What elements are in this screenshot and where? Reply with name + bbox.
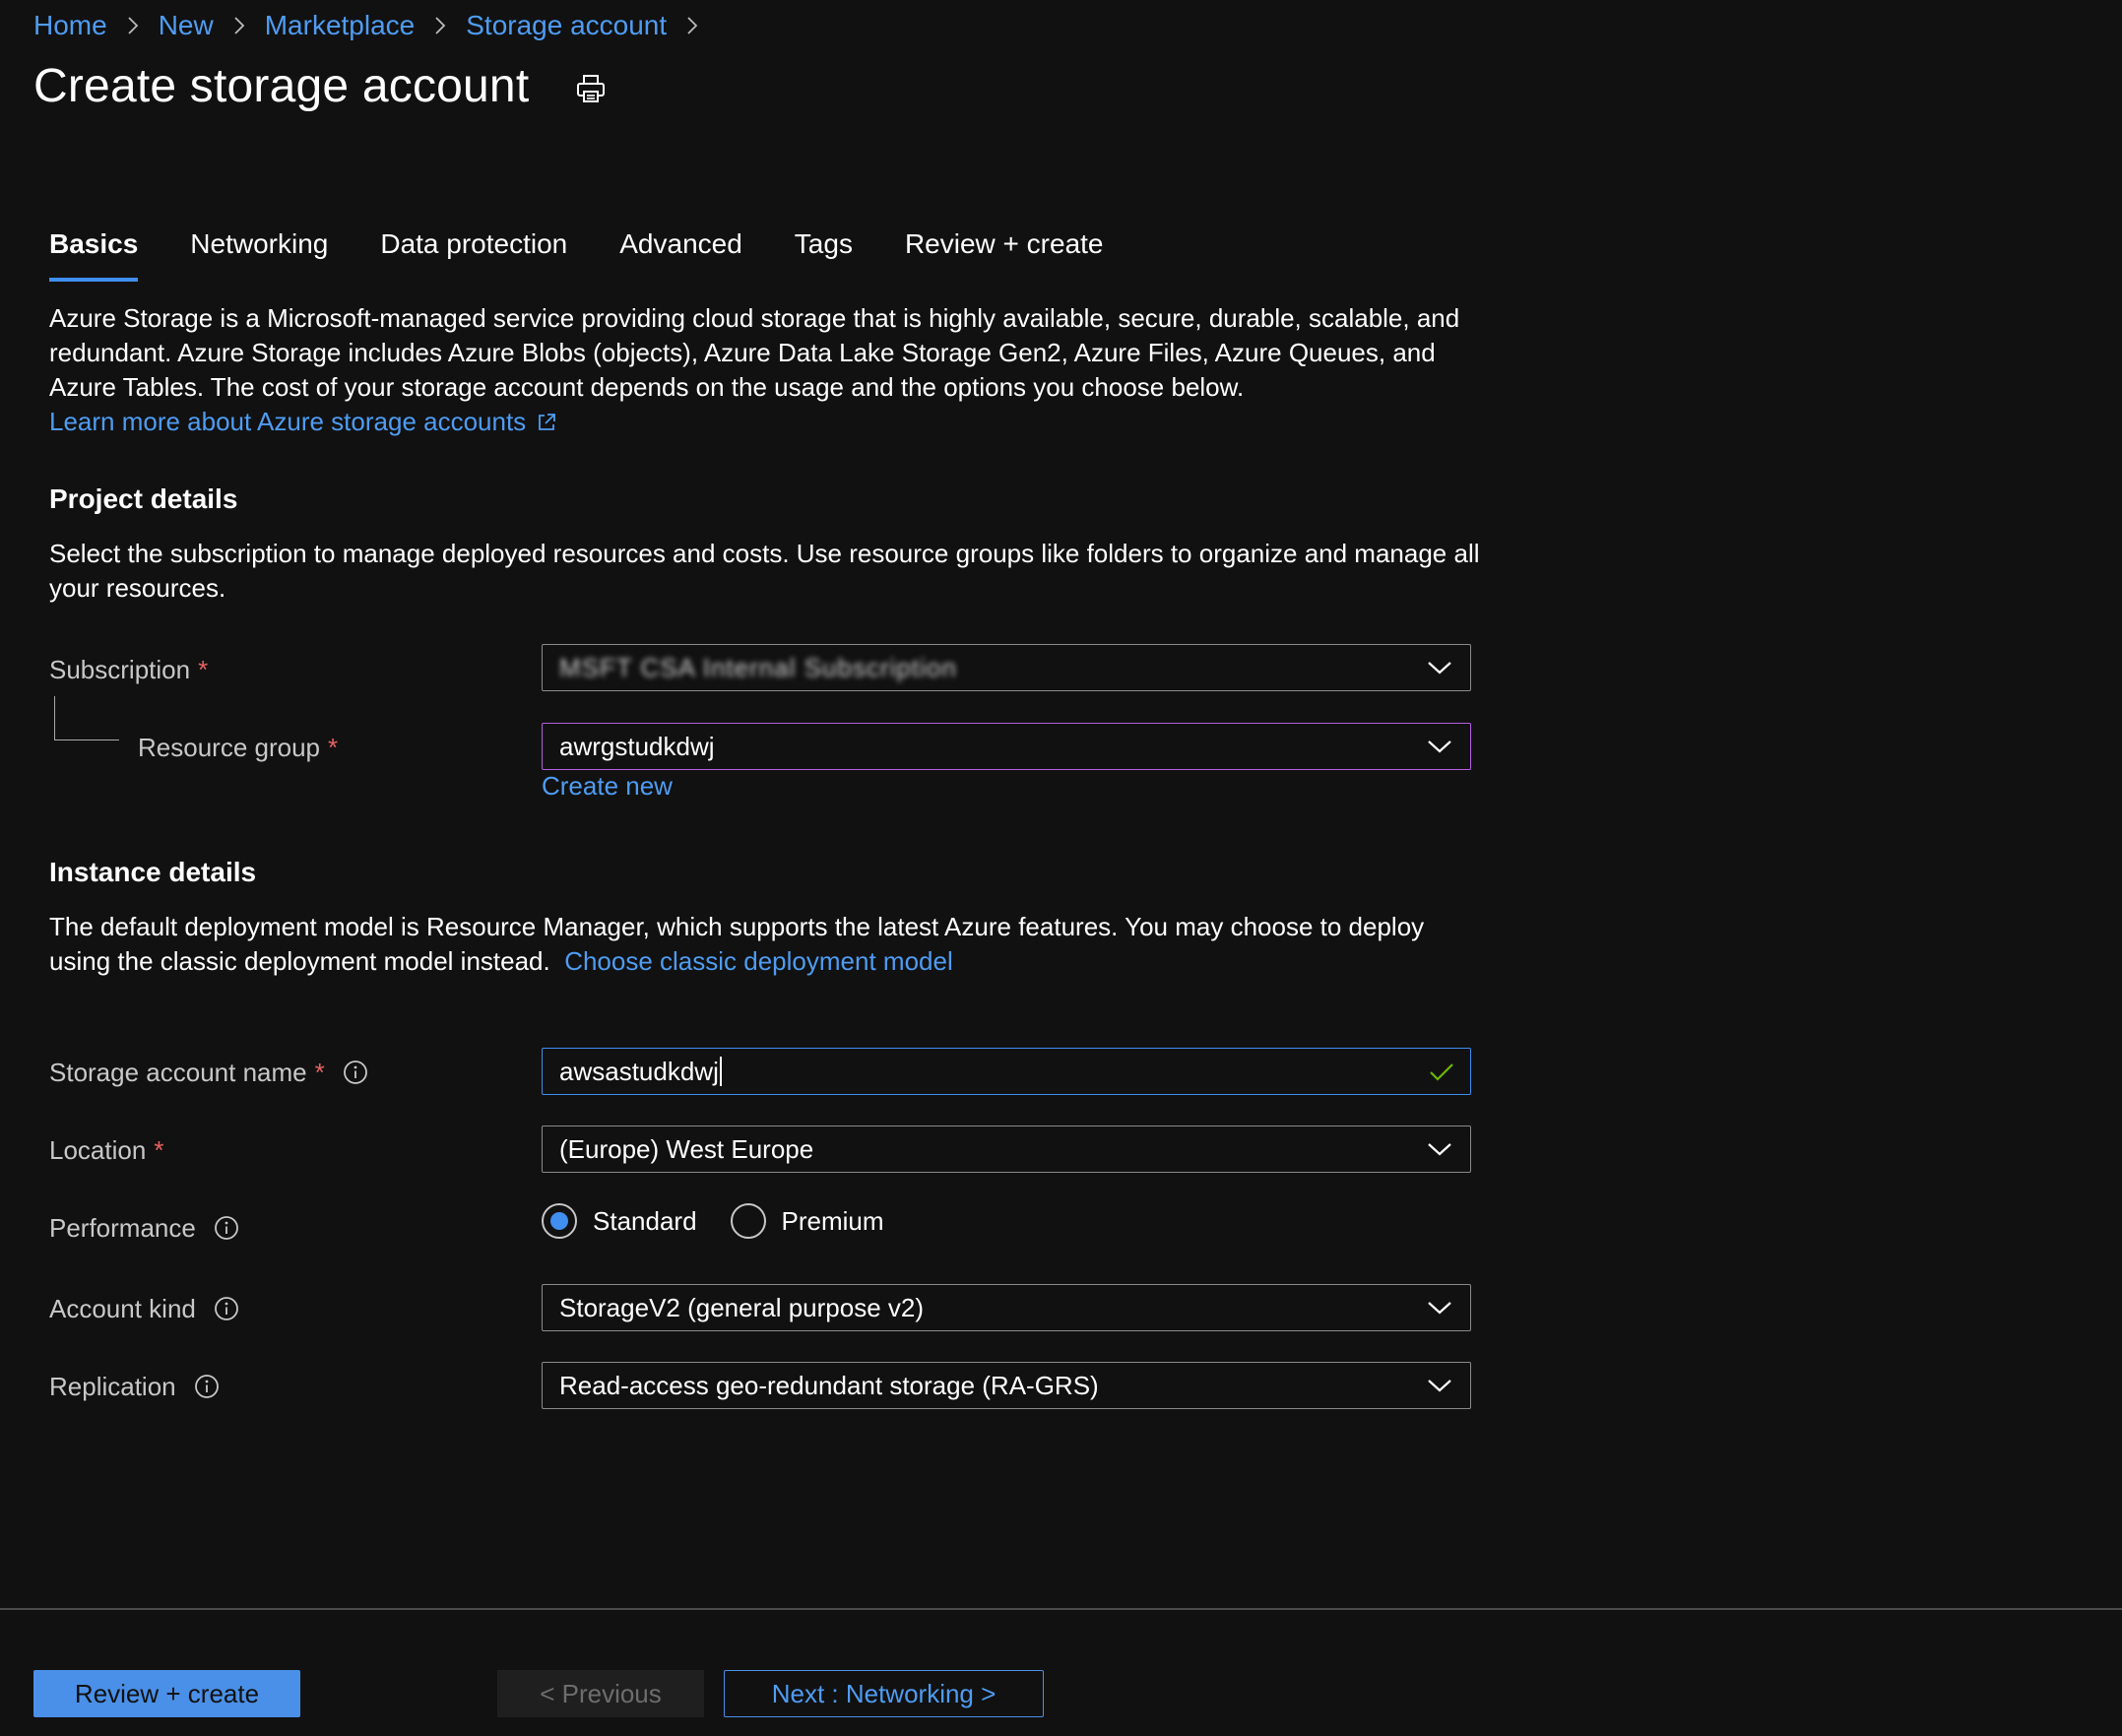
chevron-down-icon [1428, 662, 1451, 675]
required-marker: * [154, 1134, 164, 1165]
replication-dropdown[interactable]: Read-access geo-redundant storage (RA-GR… [542, 1362, 1471, 1409]
subscription-value: MSFT CSA Internal Subscription [559, 652, 957, 682]
required-marker: * [314, 1057, 325, 1087]
tree-connector [54, 696, 119, 740]
performance-label: Performance [49, 1208, 239, 1248]
chevron-down-icon [1428, 1302, 1451, 1315]
classic-deployment-link[interactable]: Choose classic deployment model [564, 946, 953, 976]
create-new-link[interactable]: Create new [542, 771, 673, 802]
subscription-label-text: Subscription [49, 654, 191, 684]
account-kind-dropdown[interactable]: StorageV2 (general purpose v2) [542, 1284, 1471, 1331]
info-icon[interactable] [214, 1296, 239, 1321]
project-details-heading: Project details [49, 483, 238, 514]
account-kind-value: StorageV2 (general purpose v2) [559, 1292, 925, 1322]
print-icon[interactable] [573, 71, 609, 106]
storage-account-name-value: awsastudkdwj [559, 1056, 719, 1086]
breadcrumb-new[interactable]: New [159, 10, 214, 41]
replication-label: Replication [49, 1367, 220, 1406]
chevron-down-icon [1428, 1143, 1451, 1156]
instance-details-heading: Instance details [49, 857, 257, 887]
resource-group-value: awrgstudkdwj [559, 731, 715, 761]
storage-account-name-input[interactable]: awsastudkdwj [542, 1048, 1471, 1095]
checkmark-icon [1430, 1063, 1453, 1081]
learn-more-label: Learn more about Azure storage accounts [49, 407, 527, 436]
storage-name-label-text: Storage account name [49, 1057, 307, 1087]
subscription-dropdown[interactable]: MSFT CSA Internal Subscription [542, 644, 1471, 691]
subscription-label: Subscription * [49, 650, 208, 689]
info-icon[interactable] [343, 1060, 368, 1085]
tab-basics[interactable]: Basics [49, 223, 139, 282]
breadcrumb-home[interactable]: Home [33, 10, 107, 41]
replication-label-text: Replication [49, 1371, 176, 1401]
performance-label-text: Performance [49, 1212, 196, 1243]
chevron-down-icon [1428, 1380, 1451, 1392]
chevron-right-icon [434, 16, 446, 35]
footer-divider [0, 1608, 2122, 1610]
tab-review-create[interactable]: Review + create [905, 223, 1104, 282]
text-caret [719, 1057, 722, 1086]
replication-value: Read-access geo-redundant storage (RA-GR… [559, 1370, 1099, 1400]
required-marker: * [198, 654, 209, 684]
performance-radio-group: Standard Premium [542, 1201, 918, 1241]
project-details-description: Select the subscription to manage deploy… [49, 539, 1480, 603]
info-icon[interactable] [214, 1215, 239, 1241]
account-kind-label: Account kind [49, 1289, 239, 1328]
breadcrumb-storage-account[interactable]: Storage account [466, 10, 667, 41]
chevron-right-icon [686, 16, 698, 35]
tab-advanced[interactable]: Advanced [619, 223, 742, 282]
resource-group-dropdown[interactable]: awrgstudkdwj [542, 723, 1471, 770]
page-title: Create storage account [33, 60, 530, 112]
location-dropdown[interactable]: (Europe) West Europe [542, 1125, 1471, 1173]
resource-group-label-text: Resource group [138, 732, 320, 762]
external-link-icon [539, 413, 556, 430]
intro-text: Azure Storage is a Microsoft-managed ser… [49, 303, 1460, 402]
info-icon[interactable] [194, 1374, 220, 1399]
next-networking-button[interactable]: Next : Networking > [724, 1670, 1044, 1717]
storage-name-label: Storage account name * [49, 1053, 368, 1092]
instance-details-description: The default deployment model is Resource… [49, 910, 1487, 979]
learn-more-link[interactable]: Learn more about Azure storage accounts [49, 407, 557, 437]
breadcrumb-marketplace[interactable]: Marketplace [265, 10, 416, 41]
chevron-right-icon [233, 16, 245, 35]
account-kind-label-text: Account kind [49, 1293, 196, 1323]
tab-bar: Basics Networking Data protection Advanc… [49, 223, 1156, 282]
radio-premium-label[interactable]: Premium [782, 1206, 884, 1237]
chevron-down-icon [1428, 740, 1451, 753]
review-create-button[interactable]: Review + create [33, 1670, 300, 1717]
required-marker: * [328, 732, 339, 762]
tab-data-protection[interactable]: Data protection [380, 223, 567, 282]
location-label-text: Location [49, 1134, 147, 1165]
tab-networking[interactable]: Networking [190, 223, 328, 282]
location-label: Location * [49, 1130, 163, 1170]
chevron-right-icon [127, 16, 139, 35]
page: Home New Marketplace Storage account Cre… [0, 0, 2122, 1736]
radio-premium[interactable] [730, 1203, 766, 1239]
location-value: (Europe) West Europe [559, 1133, 814, 1164]
breadcrumb: Home New Marketplace Storage account [33, 6, 718, 45]
tab-tags[interactable]: Tags [795, 223, 853, 282]
radio-standard[interactable] [542, 1203, 577, 1239]
previous-button[interactable]: < Previous [497, 1670, 704, 1717]
radio-standard-label[interactable]: Standard [593, 1206, 697, 1237]
resource-group-label: Resource group * [138, 728, 338, 767]
